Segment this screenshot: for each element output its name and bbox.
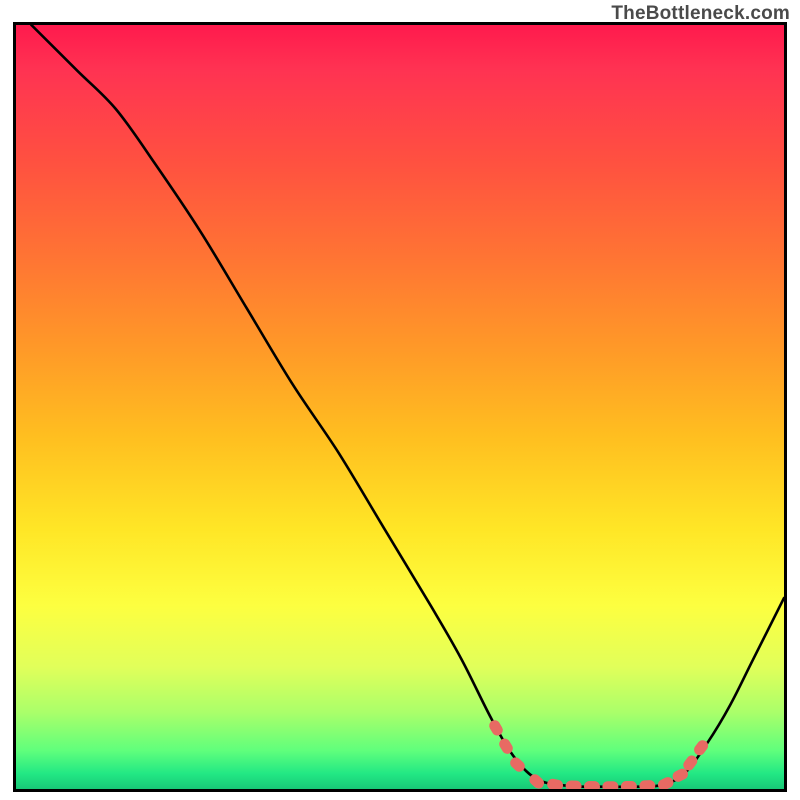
- valley-marker: [584, 781, 600, 789]
- chart-container: TheBottleneck.com: [0, 0, 800, 800]
- valley-markers: [487, 718, 710, 789]
- plot-area: [13, 22, 787, 792]
- curve-layer: [16, 25, 784, 789]
- valley-marker: [565, 780, 581, 789]
- valley-marker: [639, 780, 656, 789]
- valley-marker: [546, 778, 564, 789]
- valley-marker: [621, 781, 637, 789]
- valley-marker: [656, 775, 675, 789]
- valley-marker: [508, 755, 527, 774]
- valley-marker: [487, 718, 505, 737]
- valley-marker: [602, 781, 618, 789]
- bottleneck-curve: [31, 25, 784, 787]
